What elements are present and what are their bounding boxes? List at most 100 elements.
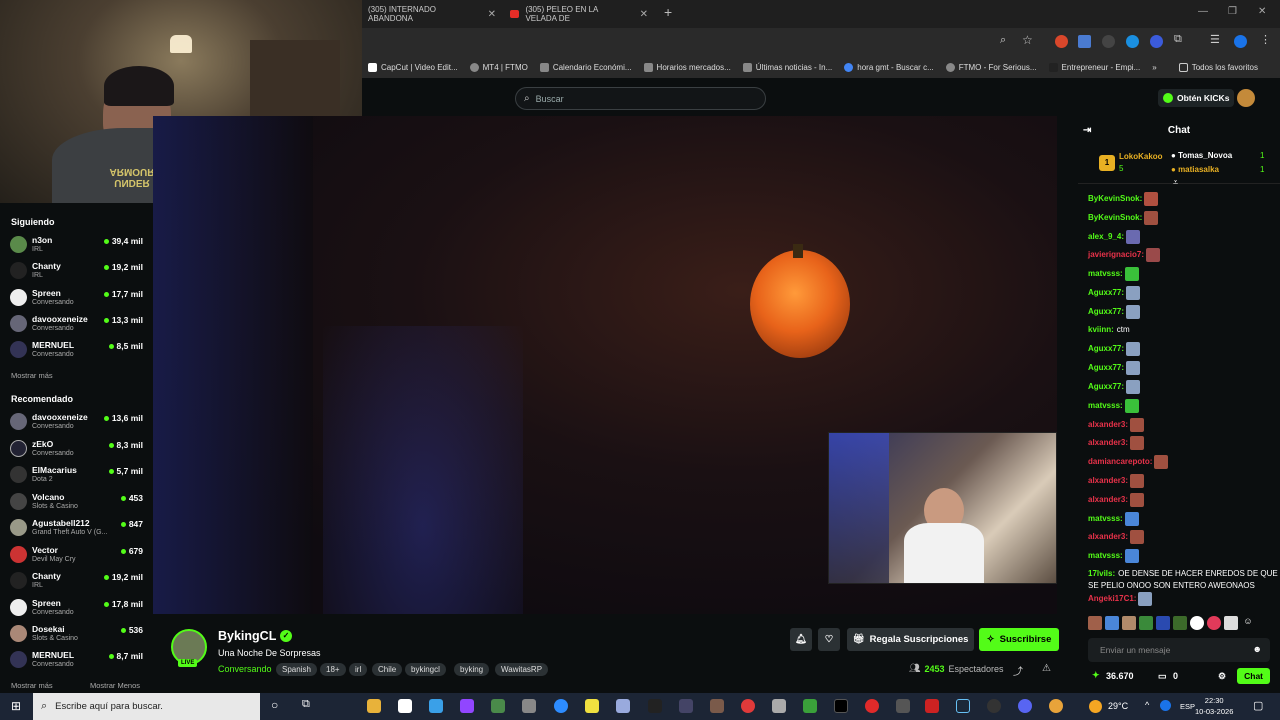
weather-temp[interactable]: 29°C <box>1108 701 1128 711</box>
chat-username[interactable]: Aguxx77: <box>1088 363 1124 372</box>
bookmark-item[interactable]: Calendario Económi... <box>534 62 638 72</box>
extension-icon[interactable] <box>1055 35 1068 48</box>
sticky-notes-icon[interactable] <box>585 699 599 713</box>
sidebar-channel[interactable]: ElMacarius Dota 2 5,7 mil <box>10 464 146 486</box>
minimize-icon[interactable]: — <box>1198 6 1208 17</box>
emote[interactable] <box>1173 616 1187 630</box>
show-more-recommended[interactable]: Mostrar más <box>11 681 53 690</box>
maximize-icon[interactable]: ❐ <box>1228 6 1237 17</box>
share-icon[interactable]: ⤴ <box>1013 663 1023 678</box>
chat-username[interactable]: alxander3: <box>1088 533 1128 542</box>
app-icon[interactable] <box>616 699 630 713</box>
star-icon[interactable]: ☆ <box>1022 33 1033 47</box>
emote[interactable] <box>1105 616 1119 630</box>
chat-username[interactable]: ByKevinSnok: <box>1088 194 1142 203</box>
emoji-icon[interactable]: ☻ <box>1253 644 1262 654</box>
sidebar-channel[interactable]: Dosekai Slots & Casino 536 <box>10 623 146 645</box>
extension-icon[interactable] <box>1150 35 1163 48</box>
reading-list-icon[interactable]: ☰ <box>1210 33 1220 46</box>
menu-icon[interactable]: ⋮ <box>1260 33 1271 46</box>
sidebar-channel[interactable]: Spreen Conversando 17,7 mil <box>10 287 146 309</box>
chat-username[interactable]: kviinn: <box>1088 325 1114 334</box>
get-kicks-button[interactable]: Obtén KICKs <box>1158 89 1235 107</box>
window-close-icon[interactable]: ✕ <box>1258 6 1266 17</box>
discord-icon[interactable] <box>1018 699 1032 713</box>
expand-leaderboard-icon[interactable]: ⩡ <box>1173 177 1178 188</box>
bookmark-item[interactable]: Entrepreneur - Empi... <box>1043 62 1147 72</box>
emote[interactable] <box>1207 616 1221 630</box>
sidebar-channel[interactable]: n3on IRL 39,4 mil <box>10 234 146 256</box>
chat-input[interactable]: Enviar un mensaje ☻ <box>1088 638 1270 662</box>
sidebar-channel[interactable]: Vector Devil May Cry 679 <box>10 544 146 566</box>
app-icon[interactable] <box>896 699 910 713</box>
sidebar-channel[interactable]: davooxeneize Conversando 13,6 mil <box>10 411 146 433</box>
minecraft-icon[interactable] <box>803 699 817 713</box>
emote[interactable] <box>1190 616 1204 630</box>
emote[interactable] <box>1139 616 1153 630</box>
bookmark-item[interactable]: Horarios mercados... <box>638 62 737 72</box>
app-icon[interactable] <box>522 699 536 713</box>
report-icon[interactable]: ⚠ <box>1042 663 1051 674</box>
chat-username[interactable]: alex_9_4: <box>1088 232 1124 241</box>
taskbar-search[interactable]: ⌕ Escribe aquí para buscar. <box>33 693 260 720</box>
chat-username[interactable]: matvsss: <box>1088 401 1123 410</box>
opera-icon[interactable] <box>865 699 879 713</box>
bookmark-item[interactable]: Últimas noticias - In... <box>737 62 838 72</box>
chat-username[interactable]: 17lvils: <box>1088 569 1115 578</box>
emote[interactable] <box>1224 616 1238 630</box>
translate-icon[interactable] <box>1078 35 1091 48</box>
chat-username[interactable]: Angeki17C1: <box>1088 594 1136 603</box>
tray-chevron-icon[interactable]: ^ <box>1145 700 1149 710</box>
close-icon[interactable]: ✕ <box>640 9 648 20</box>
bookmark-item[interactable]: CapCut | Video Edit... <box>362 62 464 72</box>
bookmarks-overflow[interactable]: » <box>1146 63 1162 72</box>
user-avatar[interactable] <box>1237 89 1255 107</box>
channel-points[interactable]: 36.670 <box>1106 671 1134 681</box>
all-favorites[interactable]: Todos los favoritos <box>1173 62 1264 72</box>
sidebar-channel[interactable]: Spreen Conversando 17,8 mil <box>10 597 146 619</box>
stream-tag[interactable]: Spanish <box>276 663 317 676</box>
profile-icon[interactable] <box>1234 35 1247 48</box>
stream-tag[interactable]: byking <box>454 663 490 676</box>
chat-username[interactable]: Aguxx77: <box>1088 307 1124 316</box>
chat-username[interactable]: matvsss: <box>1088 551 1123 560</box>
settings-icon[interactable]: ⚙ <box>1218 671 1226 682</box>
sidebar-channel[interactable]: MERNUEL Conversando 8,5 mil <box>10 339 146 361</box>
extension-icon[interactable] <box>1102 35 1115 48</box>
sidebar-channel[interactable]: Agustabell212 Grand Theft Auto V (G... 8… <box>10 517 146 539</box>
stream-tag[interactable]: WawitasRP <box>495 663 549 676</box>
sidebar-channel[interactable]: zEkO Conversando 8,3 mil <box>10 438 146 460</box>
language-indicator[interactable]: ESP <box>1180 702 1195 711</box>
gift-subs-button[interactable]: 🎁︎ Regala Suscripciones <box>847 628 974 651</box>
app-icon[interactable] <box>741 699 755 713</box>
sidebar-channel[interactable]: Volcano Slots & Casino 453 <box>10 491 146 513</box>
chat-username[interactable]: alxander3: <box>1088 439 1128 448</box>
stream-category[interactable]: Conversando <box>218 664 272 674</box>
stream-tag[interactable]: irl <box>349 663 368 676</box>
sidebar-channel[interactable]: MERNUEL Conversando 8,7 mil <box>10 649 146 671</box>
bookmark-item[interactable]: FTMO - For Serious... <box>940 62 1043 72</box>
chat-username[interactable]: alxander3: <box>1088 420 1128 429</box>
chat-username[interactable]: Aguxx77: <box>1088 288 1124 297</box>
follow-button[interactable]: ♡ <box>818 628 840 651</box>
task-view-icon[interactable]: ⧉ <box>302 698 310 711</box>
app-icon[interactable] <box>429 699 443 713</box>
close-icon[interactable]: ✕ <box>488 9 496 20</box>
sidebar-channel[interactable]: Chanty IRL 19,2 mil <box>10 570 146 592</box>
cortana-icon[interactable]: ○ <box>271 698 278 712</box>
puzzle-icon[interactable]: ⧉ <box>1174 33 1182 46</box>
subscribe-button[interactable]: ✧ Suscribirse <box>979 628 1059 651</box>
sidebar-channel[interactable]: davooxeneize Conversando 13,3 mil <box>10 313 146 335</box>
chat-username[interactable]: Aguxx77: <box>1088 345 1124 354</box>
chat-username[interactable]: matvsss: <box>1088 514 1123 523</box>
emote[interactable] <box>1122 616 1136 630</box>
chat-username[interactable]: alxander3: <box>1088 495 1128 504</box>
app-icon[interactable] <box>925 699 939 713</box>
notifications-icon[interactable]: ▢ <box>1253 699 1263 712</box>
steam-icon[interactable] <box>956 699 970 713</box>
app-icon[interactable] <box>710 699 724 713</box>
emote[interactable] <box>1088 616 1102 630</box>
top-gifter[interactable]: LokoKakoo <box>1119 152 1163 161</box>
show-more-following[interactable]: Mostrar más <box>11 371 53 380</box>
chat-username[interactable]: alxander3: <box>1088 476 1128 485</box>
